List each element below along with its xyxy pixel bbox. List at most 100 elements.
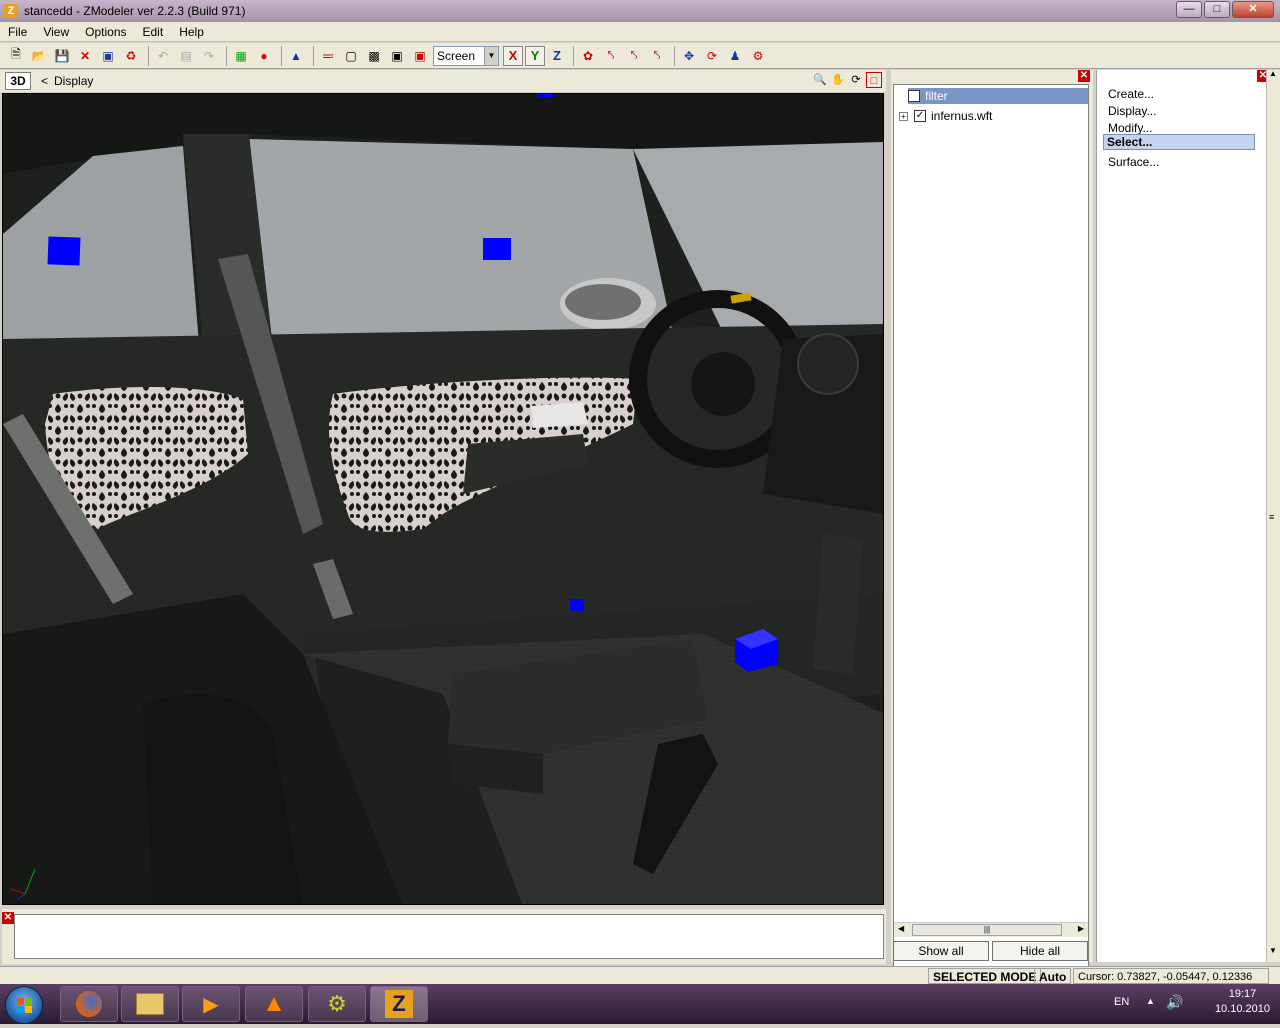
close-console-icon[interactable]: ✕ (2, 912, 14, 924)
firefox-icon (76, 991, 102, 1017)
tray-clock[interactable]: 19:17 10.10.2010 (1215, 988, 1270, 1015)
show-all-button[interactable]: Show all (893, 941, 989, 961)
axis-x-toggle[interactable]: X (503, 45, 523, 66)
viewport-back[interactable]: < (41, 74, 48, 88)
tree-item-infernus[interactable]: + ✓ infernus.wft (899, 108, 992, 124)
tray-expand-icon[interactable]: ▲ (1146, 996, 1155, 1006)
car-interior-render (3, 94, 883, 904)
taskbar-explorer[interactable] (121, 986, 179, 1022)
taskbar-app[interactable]: ⚙ (308, 986, 366, 1022)
status-auto: Auto (1034, 968, 1072, 984)
tree-item-filter[interactable]: ✓ filter (908, 88, 1088, 104)
console-panel: ✕ (2, 909, 886, 964)
taskbar-media-player[interactable]: ▶ (182, 986, 240, 1022)
walk-icon[interactable]: ♟ (725, 46, 745, 66)
start-button[interactable] (5, 986, 43, 1024)
title-bar: Z stancedd - ZModeler ver 2.2.3 (Build 9… (0, 0, 1280, 22)
tray-language[interactable]: EN (1114, 996, 1129, 1008)
import-icon[interactable]: ▣ (98, 46, 118, 66)
command-surface[interactable]: Surface... (1108, 155, 1159, 169)
menu-bar: File View Options Edit Help (0, 22, 1280, 42)
command-select[interactable]: Select... (1103, 134, 1255, 150)
hierarchy-hscrollbar[interactable]: ◀ ||| ▶ (894, 922, 1088, 937)
folder-icon (136, 993, 164, 1015)
pan-icon[interactable]: ✋ (830, 72, 846, 88)
new-file-icon[interactable]: 🗎 (6, 46, 26, 66)
undo-icon[interactable]: ↶ (153, 46, 173, 66)
redo-icon[interactable]: ↷ (199, 46, 219, 66)
command-create[interactable]: Create... (1108, 87, 1154, 101)
scroll-right-icon[interactable]: ▶ (1078, 924, 1084, 933)
save-icon[interactable]: 💾 (52, 46, 72, 66)
viewport-display-label[interactable]: Display (54, 74, 93, 88)
minimize-button[interactable]: — (1176, 1, 1202, 18)
scroll-up-icon[interactable]: ▲ (1269, 69, 1277, 78)
rotate-icon[interactable]: ⟳ (702, 46, 722, 66)
axis-y-toggle[interactable]: Y (525, 45, 545, 66)
zmodeler-icon: Z (385, 990, 413, 1018)
taskbar: ▶ ▲ ⚙ Z EN ▲ 🔊 19:17 10.10.2010 (0, 984, 1280, 1024)
view-mode-3d[interactable]: 3D (5, 72, 31, 90)
open-folder-icon[interactable]: 📂 (29, 46, 49, 66)
axis-tool3-icon[interactable]: ⤣ (647, 46, 667, 66)
select-box-icon[interactable]: ▢ (341, 46, 361, 66)
maximize-button[interactable]: □ (1204, 1, 1230, 18)
command-vscrollbar[interactable]: ▲ ≡ ▼ (1266, 69, 1280, 962)
command-modify[interactable]: Modify... (1108, 121, 1152, 135)
render-icon[interactable]: ▦ (231, 46, 251, 66)
toolbar: 🗎 📂 💾 ✕ ▣ ♻ ↶ ▤ ↷ ▦ ● ▲ ≕ ▢ ▩ ▣ ▣ Screen… (0, 43, 1280, 69)
media-player-icon: ▶ (203, 993, 219, 1016)
menu-view[interactable]: View (43, 25, 69, 39)
zoom-icon[interactable]: 🔍 (812, 72, 828, 88)
coordinate-system-value: Screen (437, 48, 476, 63)
select-cube-icon[interactable]: ▣ (387, 46, 407, 66)
rotate-view-icon[interactable]: ⟳ (848, 72, 864, 88)
scroll-thumb[interactable]: ||| (912, 924, 1062, 936)
scroll-down-icon[interactable]: ▼ (1269, 946, 1277, 955)
paint-icon[interactable]: ✿ (578, 46, 598, 66)
menu-options[interactable]: Options (85, 25, 126, 39)
menu-edit[interactable]: Edit (143, 25, 164, 39)
cone-icon[interactable]: ▲ (286, 46, 306, 66)
hierarchy-tree: ✓ filter + ✓ infernus.wft (893, 84, 1089, 994)
taskbar-firefox[interactable] (60, 986, 118, 1022)
history-icon[interactable]: ▤ (176, 46, 196, 66)
close-button[interactable]: ✕ (1232, 1, 1274, 18)
vlc-cone-icon: ▲ (262, 990, 286, 1017)
hide-all-button[interactable]: Hide all (992, 941, 1088, 961)
windows-logo-icon (17, 998, 32, 1013)
axis-tool2-icon[interactable]: ⤣ (624, 46, 644, 66)
checkbox-filter[interactable]: ✓ (908, 90, 920, 102)
export-icon[interactable]: ♻ (121, 46, 141, 66)
app-icon: Z (4, 4, 18, 18)
expand-icon[interactable]: + (899, 111, 908, 121)
select-all-icon[interactable]: ▣ (410, 46, 430, 66)
maximize-viewport-icon[interactable]: □ (866, 72, 882, 88)
checkbox-infernus[interactable]: ✓ (914, 110, 926, 122)
select-object-icon[interactable]: ▩ (364, 46, 384, 66)
window-title: stancedd - ZModeler ver 2.2.3 (Build 971… (24, 4, 246, 18)
scroll-grip-icon[interactable]: ≡ (1269, 512, 1274, 522)
taskbar-vlc[interactable]: ▲ (245, 986, 303, 1022)
menu-help[interactable]: Help (179, 25, 204, 39)
select-vertex-icon[interactable]: ≕ (318, 46, 338, 66)
delete-icon[interactable]: ✕ (75, 46, 95, 66)
gear-app-icon: ⚙ (327, 991, 347, 1016)
move-icon[interactable]: ✥ (679, 46, 699, 66)
taskbar-zmodeler[interactable]: Z (370, 986, 428, 1022)
axis-tool-icon[interactable]: ⤣ (601, 46, 621, 66)
close-panel-icon[interactable]: ✕ (1078, 70, 1090, 82)
coordinate-system-select[interactable]: Screen ▼ (433, 45, 499, 66)
axis-z-toggle[interactable]: Z (547, 46, 567, 66)
volume-icon[interactable]: 🔊 (1166, 994, 1183, 1011)
scroll-left-icon[interactable]: ◀ (898, 924, 904, 933)
status-cursor: Cursor: 0.73827, -0.05447, 0.12336 (1073, 968, 1269, 984)
menu-file[interactable]: File (8, 25, 27, 39)
3d-viewport[interactable] (2, 93, 884, 905)
record-icon[interactable]: ● (254, 46, 274, 66)
status-mode: SELECTED MODE (928, 968, 1042, 984)
console-output[interactable] (14, 914, 884, 959)
command-display[interactable]: Display... (1108, 104, 1156, 118)
hierarchy-panel: ✕ ✓ filter + ✓ infernus.wft (891, 70, 1093, 994)
settings-icon[interactable]: ⚙ (748, 46, 768, 66)
